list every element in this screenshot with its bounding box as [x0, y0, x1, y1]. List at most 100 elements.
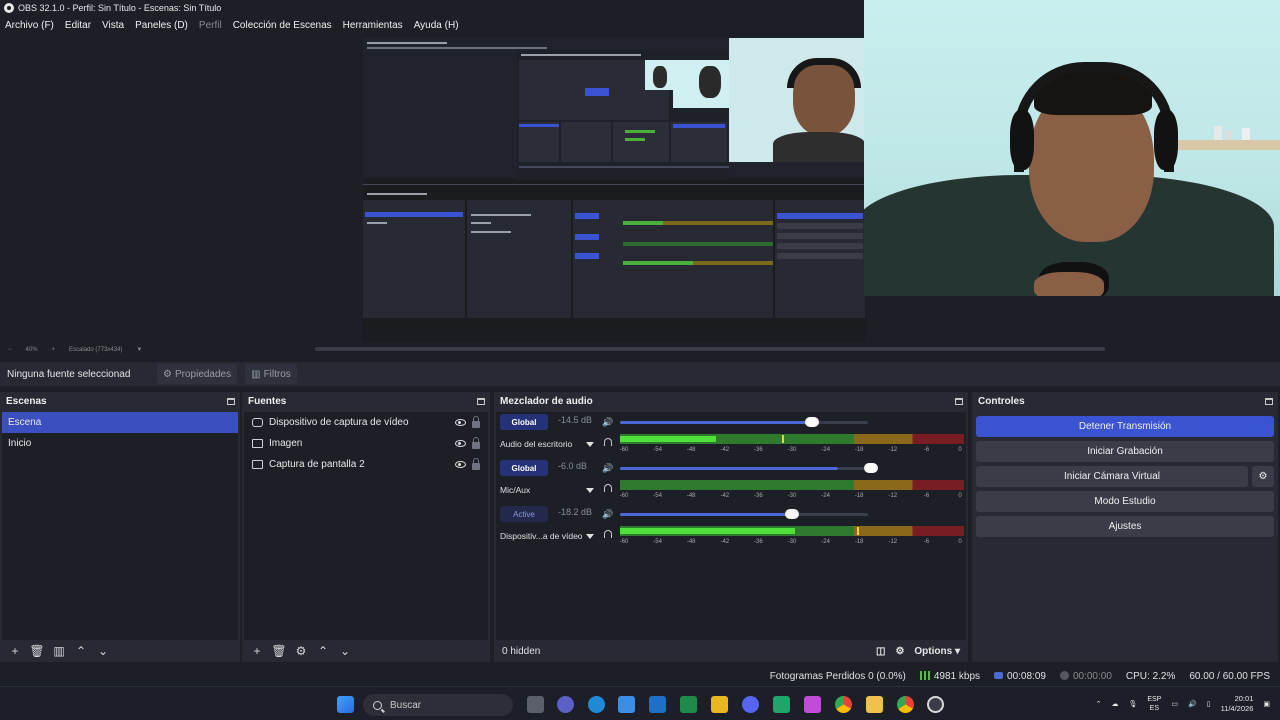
scale-dropdown-icon[interactable]: ▼: [136, 347, 142, 353]
lock-icon[interactable]: [472, 436, 480, 449]
network-icon[interactable]: ▭: [1171, 700, 1178, 708]
move-down-button[interactable]: ⌄: [336, 642, 354, 660]
language-indicator[interactable]: ESP ES: [1147, 695, 1161, 713]
monitoring-badge[interactable]: Global: [500, 414, 548, 430]
studio-mode-button[interactable]: Modo Estudio: [976, 491, 1274, 512]
undock-icon[interactable]: [1265, 397, 1273, 405]
eye-icon[interactable]: [455, 419, 466, 426]
preview-canvas[interactable]: [363, 38, 865, 342]
edge-icon[interactable]: [588, 696, 605, 713]
scale-tick-label: -6: [923, 447, 930, 453]
meter-peak-marker: [857, 527, 860, 535]
start-recording-button[interactable]: Iniciar Grabación: [976, 441, 1274, 462]
volume-slider-handle[interactable]: [804, 417, 819, 427]
remove-source-button[interactable]: 🗑: [270, 642, 288, 660]
options-button[interactable]: Options ▾: [914, 646, 960, 657]
undock-icon[interactable]: [477, 397, 485, 405]
excel-icon[interactable]: [680, 696, 697, 713]
headphones-icon[interactable]: [604, 530, 612, 538]
eye-icon[interactable]: [455, 440, 466, 447]
preview-scrollbar[interactable]: [315, 347, 1105, 351]
settings-button[interactable]: Ajustes: [976, 516, 1274, 537]
clock[interactable]: 20:01 11/4/2026: [1221, 694, 1254, 714]
battery-icon[interactable]: ▯: [1207, 700, 1211, 708]
headphones-icon[interactable]: [604, 438, 612, 446]
volume-slider-handle[interactable]: [785, 509, 800, 519]
source-properties-button[interactable]: ⚙: [292, 642, 310, 660]
speaker-icon[interactable]: 🔊: [602, 509, 613, 520]
volume-fader-fill[interactable]: [620, 421, 812, 424]
volume-icon[interactable]: 🔊: [1188, 700, 1197, 708]
taskbar-search[interactable]: Buscar: [363, 694, 513, 716]
zoom-out-icon[interactable]: −: [8, 347, 12, 353]
menu-perfil[interactable]: Perfil: [199, 20, 222, 31]
speaker-icon[interactable]: 🔊: [602, 417, 613, 428]
eye-icon[interactable]: [455, 461, 466, 468]
volume-slider-handle[interactable]: [863, 463, 878, 473]
source-item[interactable]: Dispositivo de captura de vídeo: [244, 412, 488, 433]
copilot-icon[interactable]: [804, 696, 821, 713]
volume-fader-fill[interactable]: [620, 467, 838, 470]
lock-icon[interactable]: [472, 415, 480, 428]
tray-overflow-icon[interactable]: ⌃: [1096, 700, 1102, 708]
scale-tick-label: -36: [754, 493, 763, 499]
headphones-icon[interactable]: [604, 484, 612, 492]
obs-taskbar-icon[interactable]: [927, 696, 944, 713]
menu-editar[interactable]: Editar: [65, 20, 91, 31]
mixer-toolbar: 0 hidden ◫ ⚙ Options ▾: [494, 640, 968, 662]
scene-item-inicio[interactable]: Inicio: [2, 433, 238, 454]
speaker-icon[interactable]: 🔊: [602, 463, 613, 474]
remove-scene-button[interactable]: 🗑: [28, 642, 46, 660]
volume-fader-fill[interactable]: [620, 513, 793, 516]
menu-vista[interactable]: Vista: [102, 20, 124, 31]
store-icon[interactable]: [618, 696, 635, 713]
move-down-button[interactable]: ⌄: [94, 642, 112, 660]
file-explorer-icon[interactable]: [711, 696, 728, 713]
menu-ayuda[interactable]: Ayuda (H): [414, 20, 459, 31]
app-icon[interactable]: [773, 696, 790, 713]
menu-archivo[interactable]: Archivo (F): [5, 20, 54, 31]
stream-time-status: 00:08:09: [994, 671, 1046, 682]
volume-fader-track[interactable]: [811, 421, 868, 424]
virtual-camera-settings-button[interactable]: ⚙: [1252, 466, 1274, 487]
menu-paneles[interactable]: Paneles (D): [135, 20, 188, 31]
mic-icon[interactable]: 🎙: [1128, 700, 1137, 708]
filters-button[interactable]: ▥ Filtros: [245, 364, 297, 384]
onedrive-icon[interactable]: ☁: [1111, 700, 1118, 708]
chevron-down-icon[interactable]: [586, 488, 594, 493]
lock-icon[interactable]: [472, 457, 480, 470]
task-view-icon[interactable]: [527, 696, 544, 713]
outlook-icon[interactable]: [649, 696, 666, 713]
virtual-camera-button[interactable]: Iniciar Cámara Virtual: [976, 466, 1248, 487]
properties-button[interactable]: ⚙ Propiedades: [157, 364, 238, 384]
menu-herramientas[interactable]: Herramientas: [343, 20, 403, 31]
discord-icon[interactable]: [742, 696, 759, 713]
monitoring-badge[interactable]: Global: [500, 460, 548, 476]
add-source-button[interactable]: +: [248, 642, 266, 660]
chrome-icon[interactable]: [835, 696, 852, 713]
volume-fader-track[interactable]: [792, 513, 868, 516]
layout-toggle-icon[interactable]: ◫: [876, 646, 885, 657]
menu-coleccion-escenas[interactable]: Colección de Escenas: [233, 20, 332, 31]
zoom-in-icon[interactable]: +: [52, 347, 56, 353]
chevron-down-icon[interactable]: [586, 442, 594, 447]
folder-icon[interactable]: [866, 696, 883, 713]
chrome-profile-icon[interactable]: [897, 696, 914, 713]
move-up-button[interactable]: ⌃: [72, 642, 90, 660]
scene-item-escena[interactable]: Escena: [2, 412, 238, 433]
teams-icon[interactable]: [557, 696, 574, 713]
undock-icon[interactable]: [955, 397, 963, 405]
chevron-down-icon[interactable]: [586, 534, 594, 539]
scene-filters-button[interactable]: ▥: [50, 642, 68, 660]
notification-icon[interactable]: ▣: [1263, 700, 1270, 708]
undock-icon[interactable]: [227, 397, 235, 405]
source-item[interactable]: Imagen: [244, 433, 488, 454]
move-up-button[interactable]: ⌃: [314, 642, 332, 660]
gear-icon: ⚙: [163, 368, 172, 380]
source-item[interactable]: Captura de pantalla 2: [244, 454, 488, 475]
add-scene-button[interactable]: +: [6, 642, 24, 660]
stop-stream-button[interactable]: Detener Transmisión: [976, 416, 1274, 437]
start-button[interactable]: [337, 696, 354, 713]
advanced-audio-icon[interactable]: ⚙: [895, 646, 904, 657]
monitoring-badge[interactable]: Active: [500, 506, 548, 522]
